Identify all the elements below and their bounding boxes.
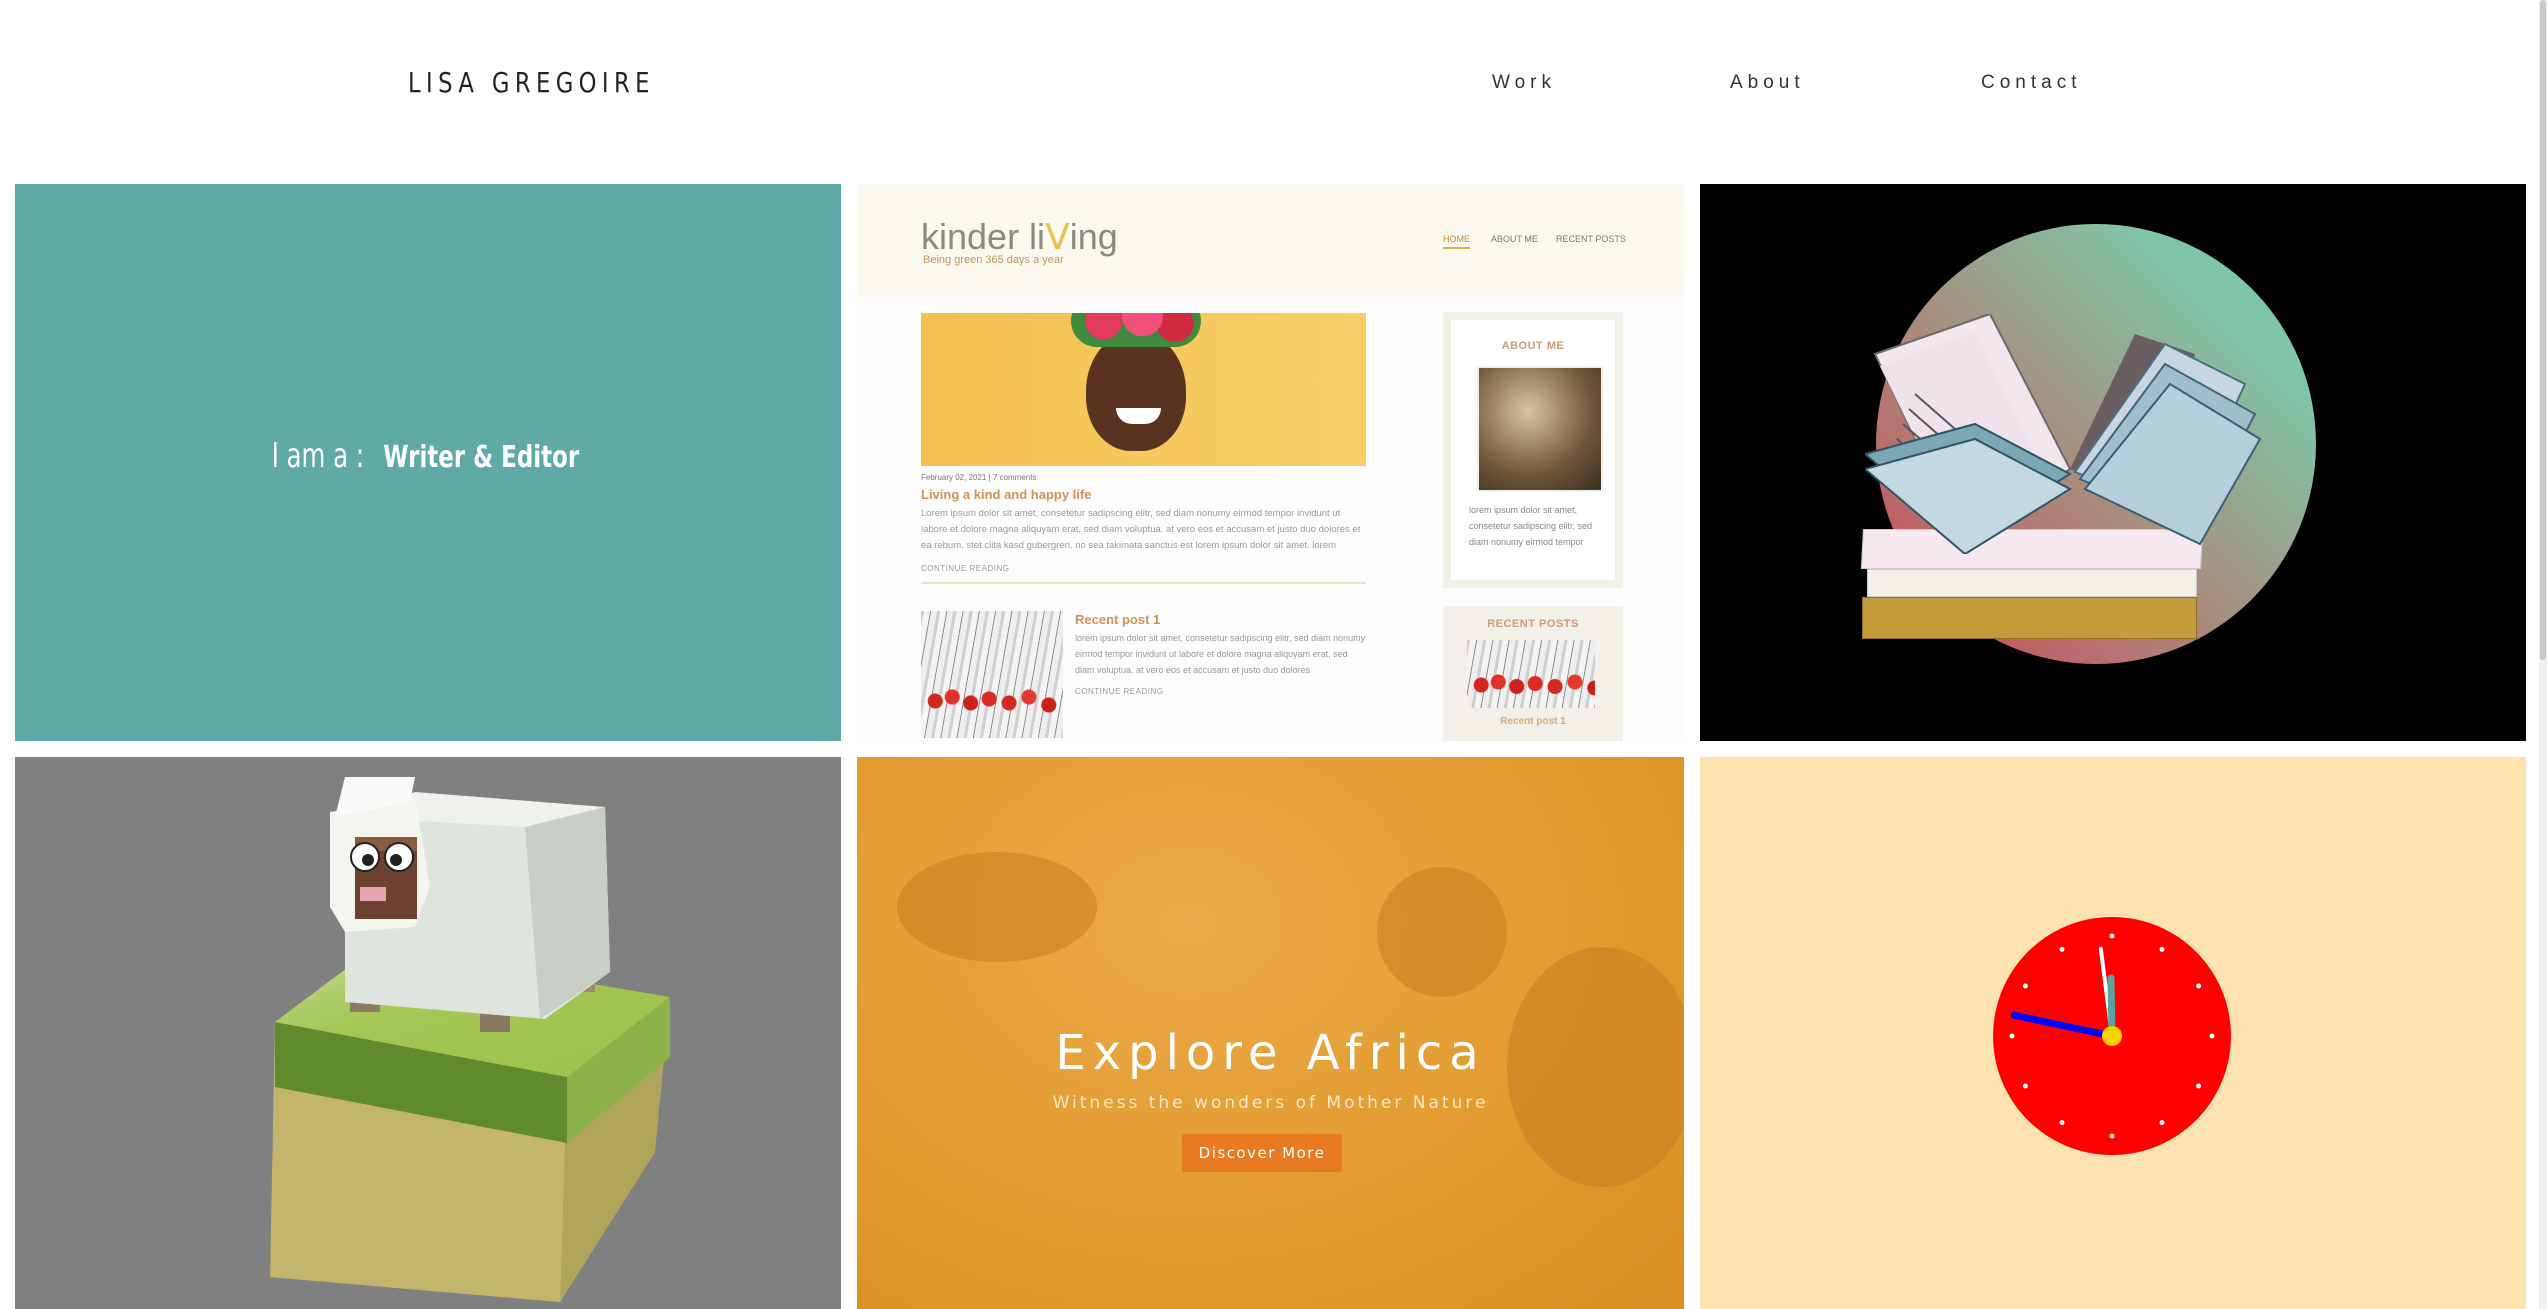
open-magazine-illustration	[1865, 314, 2262, 554]
clock-tick	[2109, 1133, 2115, 1139]
project-tile-writer[interactable]: I am a : Writer & Editor	[15, 184, 841, 741]
africa-subtitle: Witness the wonders of Mother Nature	[1052, 1093, 1489, 1113]
about-me-photo	[1477, 366, 1603, 492]
project-tile-voxel-sheep[interactable]	[15, 757, 841, 1309]
clock-tick	[2209, 1033, 2215, 1039]
woman-face	[1086, 331, 1186, 451]
discover-more-button[interactable]: Discover More	[1182, 1134, 1342, 1172]
recent-continue-link: CONTINUE READING	[1075, 687, 1164, 696]
clock-tick	[2022, 983, 2028, 989]
project-tile-explore-africa[interactable]: Explore Africa Witness the wonders of Mo…	[857, 757, 1684, 1309]
site-header: LISA GREGOIRE Work About Contact	[0, 0, 2547, 184]
recent-posts-widget: RECENT POSTS Recent post 1	[1443, 606, 1623, 741]
project-tile-clock[interactable]	[1700, 757, 2526, 1309]
recent-post-excerpt: lorem ipsum dolor sit amet, consetetur s…	[1075, 633, 1366, 675]
lion-cub-right	[1377, 867, 1507, 997]
project-tile-kinder-living[interactable]: kinder liᐯing Being green 365 days a yea…	[857, 184, 1684, 741]
recent-posts-thumbnail	[1467, 640, 1595, 708]
post-continue-link: CONTINUE READING	[921, 564, 1010, 573]
clock-tick	[2196, 1083, 2202, 1089]
recent-posts-heading: RECENT POSTS	[1487, 618, 1579, 630]
blog-nav-home: HOME	[1443, 234, 1470, 249]
clock-tick	[2022, 1083, 2028, 1089]
site-brand[interactable]: LISA GREGOIRE	[408, 66, 655, 99]
africa-title: Explore Africa	[1055, 1025, 1486, 1081]
page-scrollbar[interactable]	[2539, 0, 2547, 1309]
analog-clock	[1993, 917, 2231, 1155]
clock-second-hand	[2010, 1011, 2116, 1040]
clock-tick	[2009, 1033, 2015, 1039]
post-excerpt: Lorem ipsum dolor sit amet, consetetur s…	[921, 508, 1361, 551]
clock-tick	[2196, 983, 2202, 989]
post-meta: February 02, 2021 | 7 comments	[921, 473, 1037, 482]
project-tile-magazine[interactable]	[1700, 184, 2526, 741]
recent-post-thumbnail	[921, 611, 1063, 738]
about-me-text: lorem ipsum dolor sit amet, consetetur s…	[1469, 505, 1593, 547]
writer-prefix: I am a :	[271, 436, 364, 476]
blog-nav-recent: RECENT POSTS	[1556, 234, 1626, 244]
clock-face	[2009, 933, 2215, 1139]
scrollbar-thumb[interactable]	[2540, 0, 2546, 660]
blog-hero-image	[921, 313, 1366, 466]
clock-tick	[2109, 933, 2115, 939]
writer-role: Writer & Editor	[383, 440, 580, 475]
recent-post-title: Recent post 1	[1075, 612, 1161, 627]
nav-work-link[interactable]: Work	[1492, 72, 1556, 94]
voxel-sheep-illustration	[270, 777, 670, 1302]
nav-contact-link[interactable]: Contact	[1981, 72, 2081, 94]
blog-tagline: Being green 365 days a year	[923, 254, 1064, 266]
clock-tick	[2059, 946, 2065, 952]
leaf-icon: ᐯ	[1045, 216, 1070, 257]
flower-crown	[1071, 313, 1201, 347]
blog-nav-about: ABOUT ME	[1491, 234, 1538, 244]
clock-tick	[2159, 946, 2165, 952]
clock-tick	[2059, 1120, 2065, 1126]
post-divider	[921, 582, 1366, 584]
clock-tick	[2159, 1120, 2165, 1126]
about-me-widget: ABOUT ME lorem ipsum dolor sit amet, con…	[1443, 312, 1623, 588]
blog-header: kinder liᐯing Being green 365 days a yea…	[857, 184, 1684, 297]
blog-logo: kinder liᐯing	[921, 216, 1118, 257]
recent-posts-caption: Recent post 1	[1500, 716, 1566, 727]
lion-cub-left	[897, 852, 1097, 962]
writer-headline: I am a : Writer & Editor	[15, 436, 841, 476]
nav-about-link[interactable]: About	[1730, 72, 1805, 94]
about-me-heading: ABOUT ME	[1501, 340, 1565, 352]
clock-center-hub	[2102, 1026, 2122, 1046]
post-title: Living a kind and happy life	[921, 487, 1092, 502]
